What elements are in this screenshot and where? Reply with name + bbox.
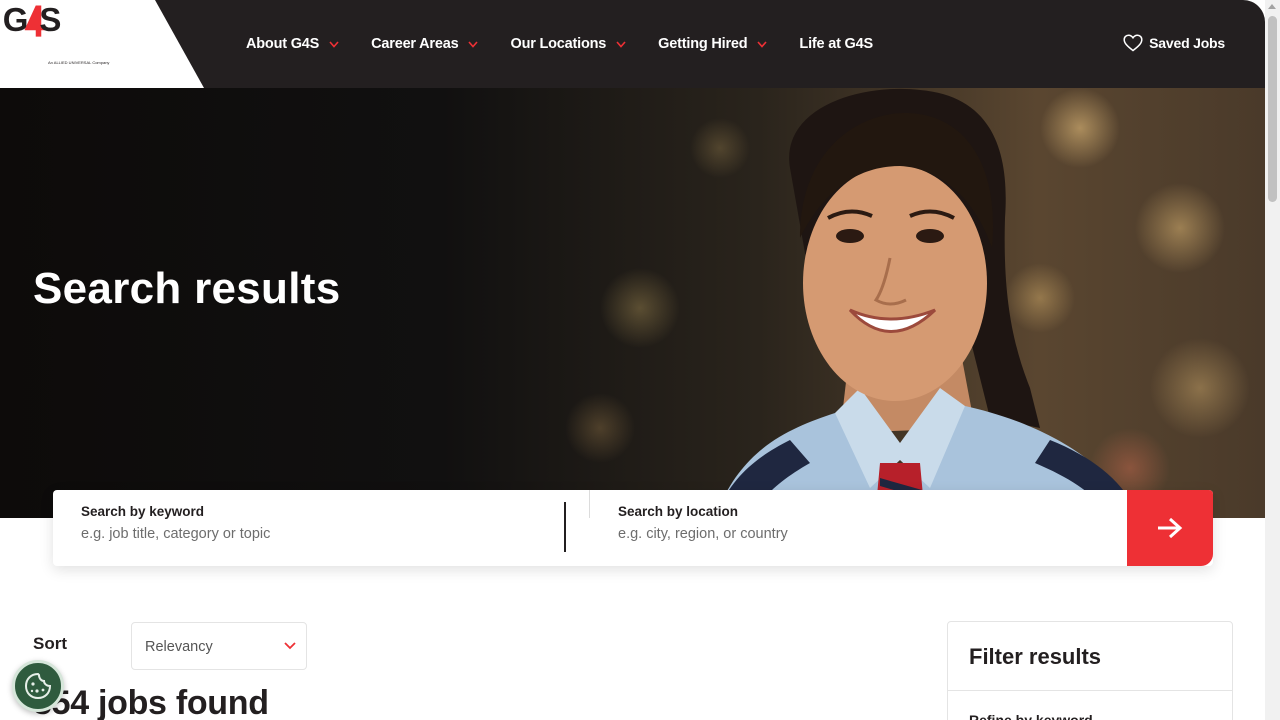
jobs-found-count: 354 jobs found — [33, 684, 269, 720]
saved-jobs-label: Saved Jobs — [1149, 35, 1225, 51]
svg-text:S: S — [39, 1, 61, 38]
search-submit-button[interactable] — [1127, 490, 1213, 566]
nav-item-life-at-g4s[interactable]: Life at G4S — [799, 36, 873, 52]
logo-subtext: An ALLIED UNIVERSAL Company — [48, 60, 110, 65]
arrow-right-icon — [1158, 517, 1183, 539]
filter-separator — [948, 690, 1232, 691]
chevron-down-icon — [284, 642, 296, 650]
chevron-down-icon — [757, 40, 768, 48]
filter-title: Filter results — [969, 644, 1102, 669]
job-search-bar: Search by keyword Search by location — [53, 490, 1213, 566]
chevron-down-icon — [468, 40, 479, 48]
hero-banner: Search results — [0, 88, 1265, 518]
page-title: Search results — [33, 264, 341, 313]
location-search-field: Search by location — [590, 490, 1127, 566]
cookie-icon — [24, 672, 52, 700]
nav-item-about[interactable]: About G4S — [246, 36, 339, 52]
chevron-down-icon — [616, 40, 626, 48]
chevron-down-icon — [329, 40, 339, 48]
scrollbar-thumb[interactable] — [1268, 16, 1277, 202]
sort-selected-value: Relevancy — [145, 639, 213, 655]
svg-text:G: G — [3, 1, 27, 38]
location-search-label: Search by location — [618, 504, 739, 519]
filter-subtitle: Refine by keyword — [969, 712, 1093, 720]
filter-panel: Filter results Refine by keyword — [947, 621, 1233, 720]
keyword-search-input[interactable] — [81, 526, 521, 542]
saved-jobs-link[interactable]: Saved Jobs — [1123, 34, 1225, 52]
nav-item-label: About G4S — [246, 36, 320, 52]
nav-item-label: Getting Hired — [658, 36, 748, 52]
location-search-input[interactable] — [618, 526, 1058, 542]
site-header: G S An ALLIED UNIVERSAL Company About G4… — [0, 0, 1265, 88]
cookie-settings-button[interactable] — [12, 660, 64, 712]
nav-item-our-locations[interactable]: Our Locations — [510, 36, 626, 52]
nav-item-label: Our Locations — [510, 36, 607, 52]
field-divider — [564, 502, 566, 552]
heart-icon — [1123, 34, 1143, 52]
scroll-up-arrow-icon[interactable] — [1268, 4, 1276, 9]
nav-item-label: Life at G4S — [799, 36, 873, 52]
sort-dropdown[interactable]: Relevancy — [131, 622, 307, 670]
logo[interactable]: G S An ALLIED UNIVERSAL Company — [0, 0, 204, 88]
nav-item-career-areas[interactable]: Career Areas — [371, 36, 479, 52]
page-scrollbar[interactable] — [1265, 0, 1280, 720]
nav-item-label: Career Areas — [371, 36, 459, 52]
nav-item-getting-hired[interactable]: Getting Hired — [658, 36, 768, 52]
g4s-logo-icon: G S — [3, 1, 62, 38]
sort-label: Sort — [33, 634, 67, 653]
keyword-search-field: Search by keyword — [53, 490, 565, 566]
main-nav: About G4S Career Areas Our Locations Get… — [246, 0, 905, 88]
keyword-search-label: Search by keyword — [81, 504, 205, 519]
